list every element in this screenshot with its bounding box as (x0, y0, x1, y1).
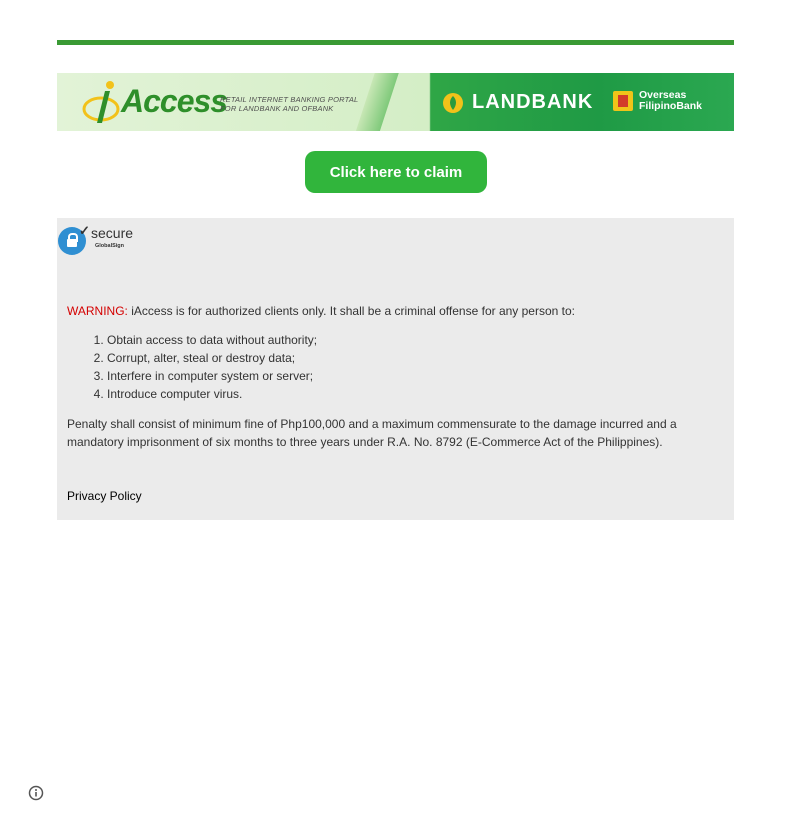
privacy-policy-link[interactable]: Privacy Policy (67, 489, 142, 503)
iaccess-banner: Access RETAIL INTERNET BANKING PORTAL FO… (57, 73, 734, 131)
list-item: Interfere in computer system or server; (107, 367, 317, 385)
iaccess-logo-icon (82, 81, 120, 123)
claim-button[interactable]: Click here to claim (305, 151, 487, 193)
offense-list: Obtain access to data without authority;… (67, 331, 317, 403)
ofbank-logo: Overseas FilipinoBank (613, 90, 702, 112)
list-item: Corrupt, alter, steal or destroy data; (107, 349, 317, 367)
top-accent-bar (57, 40, 734, 45)
info-panel: ✓ secure GlobalSign WARNING: iAccess is … (57, 218, 734, 520)
ofbank-logo-icon (613, 91, 633, 111)
iaccess-logo-text: Access (121, 83, 228, 119)
penalty-text: Penalty shall consist of minimum fine of… (67, 417, 677, 449)
banner-tagline: RETAIL INTERNET BANKING PORTAL FOR LANDB… (220, 95, 359, 113)
banner-divider (353, 73, 401, 131)
list-item: Obtain access to data without authority; (107, 331, 317, 349)
warning-label: WARNING: (67, 304, 128, 318)
info-icon[interactable] (28, 785, 44, 801)
landbank-logo: LANDBANK (442, 91, 593, 114)
landbank-logo-icon (443, 92, 463, 113)
globalsign-secure-badge[interactable]: ✓ secure GlobalSign (57, 223, 139, 255)
warning-text: WARNING: iAccess is for authorized clien… (67, 304, 575, 318)
list-item: Introduce computer virus. (107, 385, 317, 403)
